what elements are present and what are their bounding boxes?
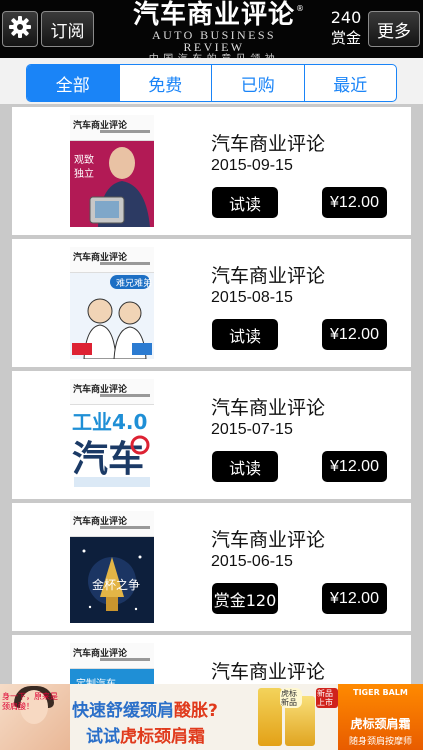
- ad-bubble: 身一下，原来是颈肩酸！: [2, 692, 58, 711]
- buy-button[interactable]: ¥12.00: [322, 451, 387, 482]
- svg-text:定制汽车: 定制汽车: [76, 677, 116, 684]
- issue-cover[interactable]: 汽车商业评论 工业4.0 汽车: [70, 379, 154, 491]
- cover-art: 难兄难弟: [70, 273, 154, 359]
- reward-button[interactable]: 赏金120: [212, 583, 278, 614]
- ad-brand-logo: TIGER BALM: [353, 688, 408, 697]
- issue-date: 2015-06-15: [211, 553, 293, 570]
- cover-art: 观致 独立: [70, 141, 154, 227]
- coins-label: 赏金: [330, 29, 361, 47]
- svg-text:独立: 独立: [74, 167, 94, 180]
- buy-button[interactable]: ¥12.00: [322, 319, 387, 350]
- tab-purchased[interactable]: 已购: [212, 65, 305, 101]
- issue-title: 汽车商业评论: [211, 133, 326, 155]
- filter-bar: 全部 免费 已购 最近: [0, 58, 423, 104]
- issue-card[interactable]: 汽车商业评论 观致 独立 汽车商业评论 2015-09-15 试读 ¥12.00: [12, 107, 411, 235]
- registered-mark: ®: [296, 4, 304, 13]
- issue-title: 汽车商业评论: [211, 529, 326, 551]
- issue-title: 汽车商业评论: [211, 397, 326, 419]
- issue-cover[interactable]: 汽车商业评论 定制汽车: [70, 643, 154, 684]
- buy-button[interactable]: ¥12.00: [322, 583, 387, 614]
- tab-free[interactable]: 免费: [120, 65, 212, 101]
- more-button[interactable]: 更多: [368, 11, 420, 47]
- ad-brand-panel: TIGER BALM 虎标颈肩霜 随身颈肩按摩师: [338, 684, 423, 750]
- svg-text:工业4.0: 工业4.0: [72, 410, 147, 434]
- issue-cover[interactable]: 汽车商业评论 金杯之争: [70, 511, 154, 623]
- buy-button[interactable]: ¥12.00: [322, 187, 387, 218]
- brand-title: 汽车商业评论: [132, 0, 295, 30]
- trial-read-button[interactable]: 试读: [212, 319, 278, 350]
- cover-art: 定制汽车: [70, 669, 154, 684]
- coins-count: 240: [330, 8, 362, 27]
- tab-recent[interactable]: 最近: [305, 65, 397, 101]
- svg-text:观致: 观致: [74, 153, 94, 166]
- settings-button[interactable]: [2, 11, 38, 47]
- issue-card[interactable]: 汽车商业评论 难兄难弟 汽车商业评论 2015-08-15 试读 ¥12.00: [12, 239, 411, 367]
- issue-list[interactable]: 汽车商业评论 观致 独立 汽车商业评论 2015-09-15 试读 ¥12.00: [0, 104, 423, 684]
- issue-cover[interactable]: 汽车商业评论 观致 独立: [70, 115, 154, 227]
- svg-text:难兄难弟: 难兄难弟: [116, 277, 152, 289]
- issue-title: 汽车商业评论: [211, 661, 326, 683]
- brand-subtitle: AUTO BUSINESS REVIEW: [152, 28, 276, 54]
- issue-date: 2015-08-15: [211, 289, 293, 306]
- issue-card[interactable]: 汽车商业评论 定制汽车 汽车商业评论: [12, 635, 411, 684]
- ad-headline: 快速舒缓颈肩酸胀?: [72, 701, 218, 721]
- filter-tabs: 全部 免费 已购 最近: [26, 64, 397, 102]
- cover-art: 工业4.0 汽车: [70, 405, 154, 491]
- issue-card[interactable]: 汽车商业评论 工业4.0 汽车 汽车商业评论 2015-07-15 试读 ¥12…: [12, 371, 411, 499]
- svg-text:金杯之争: 金杯之争: [92, 577, 140, 592]
- cover-art: 金杯之争: [70, 537, 154, 623]
- ad-badge: 虎标新品: [280, 688, 302, 708]
- app-header: 订阅 汽车商业评论 AUTO BUSINESS REVIEW 中国汽车的意见领袖…: [0, 0, 423, 65]
- ad-product-image: [258, 688, 282, 746]
- brand-logo: 汽车商业评论 AUTO BUSINESS REVIEW 中国汽车的意见领袖: [120, 0, 308, 65]
- ad-brand-name: 虎标颈肩霜: [350, 717, 411, 731]
- issue-card[interactable]: 汽车商业评论 金杯之争 汽车商业评论 2015-06-15 赏金120 ¥12.…: [12, 503, 411, 631]
- trial-read-button[interactable]: 试读: [212, 451, 278, 482]
- trial-read-button[interactable]: 试读: [212, 187, 278, 218]
- issue-title: 汽车商业评论: [211, 265, 326, 287]
- subscribe-button[interactable]: 订阅: [41, 11, 94, 47]
- ad-tagline: 随身颈肩按摩师: [348, 737, 412, 747]
- ad-banner[interactable]: 身一下，原来是颈肩酸！ 快速舒缓颈肩酸胀? 试试虎标颈肩霜 虎标新品 新品上市 …: [0, 684, 423, 750]
- issue-cover[interactable]: 汽车商业评论 难兄难弟: [70, 247, 154, 359]
- ad-subheadline: 试试虎标颈肩霜: [86, 727, 205, 747]
- coins-balance: 240 赏金: [326, 8, 366, 48]
- gear-icon: [8, 15, 32, 43]
- tab-all[interactable]: 全部: [27, 65, 120, 101]
- issue-date: 2015-07-15: [211, 421, 293, 438]
- issue-date: 2015-09-15: [211, 157, 293, 174]
- ad-badge: 新品上市: [316, 688, 338, 708]
